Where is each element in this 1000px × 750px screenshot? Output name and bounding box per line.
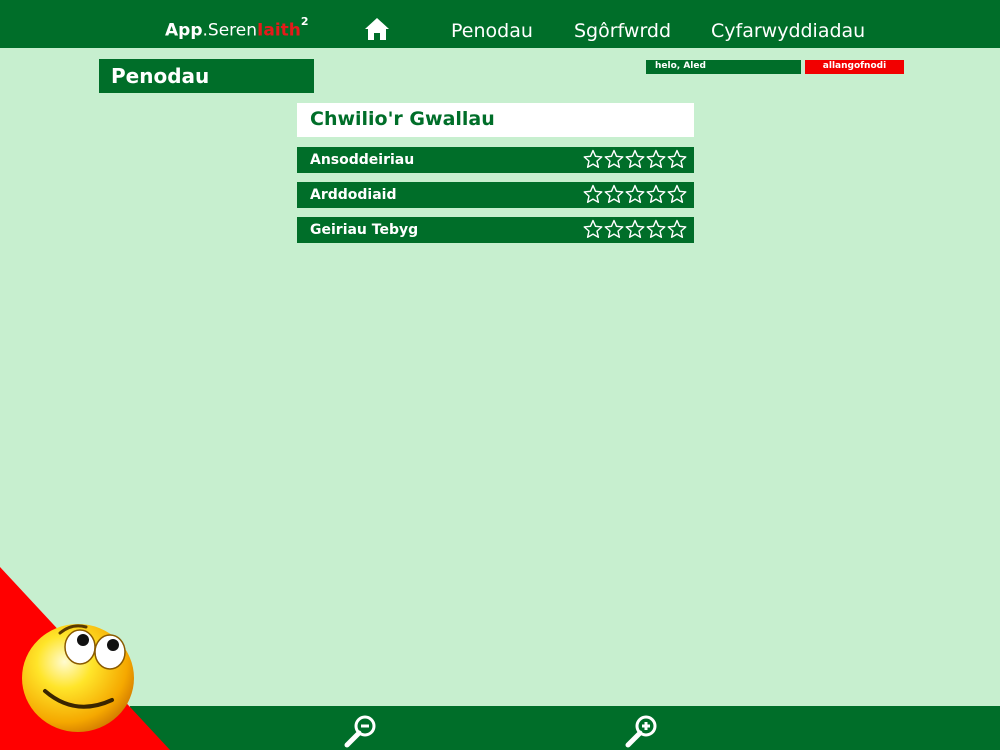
star-empty-icon <box>583 149 603 168</box>
user-greeting: helo, Aled <box>646 60 801 74</box>
star-empty-icon <box>646 149 666 168</box>
logout-button[interactable]: allangofnodi <box>805 60 904 74</box>
star-empty-icon <box>604 149 624 168</box>
chapter-label: Geiriau Tebyg <box>310 222 419 238</box>
chapter-row-geiriau-tebyg[interactable]: Geiriau Tebyg <box>297 217 694 243</box>
home-icon[interactable] <box>364 17 390 41</box>
star-empty-icon <box>583 219 603 238</box>
star-empty-icon <box>583 184 603 203</box>
zoom-in-icon[interactable] <box>624 714 660 748</box>
star-empty-icon <box>604 219 624 238</box>
star-empty-icon <box>625 219 645 238</box>
star-empty-icon <box>667 149 687 168</box>
section-title: Chwilio'r Gwallau <box>297 103 694 137</box>
nav-sgorfwrdd[interactable]: Sgôrfwrdd <box>574 20 671 42</box>
page-title: Penodau <box>99 59 314 93</box>
chapter-row-arddodiaid[interactable]: Arddodiaid <box>297 182 694 208</box>
star-empty-icon <box>667 219 687 238</box>
star-empty-icon <box>625 184 645 203</box>
chapter-label: Arddodiaid <box>310 187 397 203</box>
star-empty-icon <box>646 219 666 238</box>
app-logo: App.SerenIaith2 <box>165 15 309 41</box>
star-empty-icon <box>667 184 687 203</box>
star-rating <box>582 184 687 206</box>
star-rating <box>582 219 687 241</box>
zoom-out-icon[interactable] <box>343 714 379 748</box>
star-empty-icon <box>625 149 645 168</box>
nav-cyfarwyddiadau[interactable]: Cyfarwyddiadau <box>711 20 865 42</box>
star-rating <box>582 149 687 171</box>
star-empty-icon <box>604 184 624 203</box>
chapter-row-ansoddeiriau[interactable]: Ansoddeiriau <box>297 147 694 173</box>
star-empty-icon <box>646 184 666 203</box>
bottom-toolbar <box>130 706 1000 750</box>
chapter-label: Ansoddeiriau <box>310 152 415 168</box>
smiley-mascot-icon <box>0 567 170 750</box>
nav-penodau[interactable]: Penodau <box>451 20 533 42</box>
